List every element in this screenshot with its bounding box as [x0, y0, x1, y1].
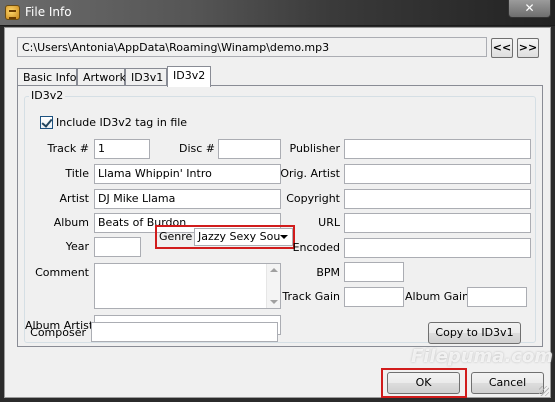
copyright-label: Copyright: [286, 192, 340, 205]
groupbox-title: ID3v2: [29, 89, 66, 102]
album-label: Album: [53, 216, 89, 229]
track-field[interactable]: 1: [94, 139, 150, 159]
url-label: URL: [318, 216, 340, 229]
artist-field[interactable]: DJ Mike Llama: [94, 189, 281, 209]
publisher-label: Publisher: [289, 142, 341, 155]
ok-button[interactable]: OK: [387, 372, 460, 394]
encoded-label: Encoded: [292, 241, 340, 254]
disc-label: Disc #: [178, 142, 215, 155]
disc-field[interactable]: [218, 139, 281, 159]
genre-highlight: Genre Jazzy Sexy Sou: [155, 225, 295, 249]
tab-id3v1[interactable]: ID3v1: [125, 68, 167, 86]
encoded-field[interactable]: [344, 238, 531, 258]
chevron-down-icon: [280, 235, 288, 239]
tab-artwork[interactable]: Artwork: [77, 68, 126, 86]
copy-to-id3v1-button[interactable]: Copy to ID3v1: [428, 322, 521, 344]
file-path-field[interactable]: C:\Users\Antonia\AppData\Roaming\Winamp\…: [17, 37, 487, 57]
artist-label: Artist: [59, 192, 89, 205]
track-label: Track #: [47, 142, 90, 155]
copyright-field[interactable]: [344, 189, 531, 209]
genre-value: Jazzy Sexy Sou: [198, 230, 281, 243]
album-gain-field[interactable]: [467, 287, 527, 307]
orig-artist-label: Orig. Artist: [280, 167, 340, 180]
comment-textarea[interactable]: [94, 263, 281, 309]
window-title: File Info: [25, 5, 72, 19]
composer-field[interactable]: [91, 322, 278, 342]
bpm-label: BPM: [316, 266, 340, 279]
title-field[interactable]: Llama Whippin' Intro: [94, 164, 281, 184]
title-label: Title: [65, 167, 89, 180]
id3v2-tab-panel: ID3v2 Include ID3v2 tag in file Track # …: [17, 85, 543, 347]
close-button[interactable]: ✕: [508, 0, 551, 18]
id3v2-groupbox: ID3v2 Include ID3v2 tag in file Track # …: [24, 89, 536, 343]
publisher-field[interactable]: [344, 139, 531, 159]
include-id3v2-checkbox[interactable]: [40, 116, 53, 129]
title-bar[interactable]: File Info ✕: [0, 0, 555, 26]
year-label: Year: [65, 240, 89, 253]
next-file-button[interactable]: >>: [517, 38, 539, 58]
include-id3v2-label: Include ID3v2 tag in file: [56, 116, 188, 129]
resize-grip[interactable]: [539, 386, 549, 396]
comment-label: Comment: [35, 266, 89, 279]
composer-label: Composer: [30, 326, 86, 339]
genre-label: Genre: [159, 230, 193, 243]
album-gain-label: Album Gain: [405, 290, 470, 303]
watermark-logo: Filepuma.com: [411, 346, 554, 367]
track-gain-field[interactable]: [344, 287, 404, 307]
orig-artist-field[interactable]: [344, 164, 531, 184]
winamp-app-icon: [5, 5, 20, 20]
previous-file-button[interactable]: <<: [491, 38, 513, 58]
bpm-field[interactable]: [344, 262, 404, 282]
url-field[interactable]: [344, 213, 531, 233]
cancel-button[interactable]: Cancel: [471, 372, 544, 394]
track-gain-label: Track Gain: [282, 290, 340, 303]
file-info-window: File Info ✕ C:\Users\Antonia\AppData\Roa…: [0, 0, 555, 402]
dialog-body: C:\Users\Antonia\AppData\Roaming\Winamp\…: [4, 27, 554, 398]
year-field[interactable]: [94, 237, 141, 257]
tab-basic-info[interactable]: Basic Info: [17, 68, 77, 86]
tab-id3v2[interactable]: ID3v2: [167, 66, 211, 87]
